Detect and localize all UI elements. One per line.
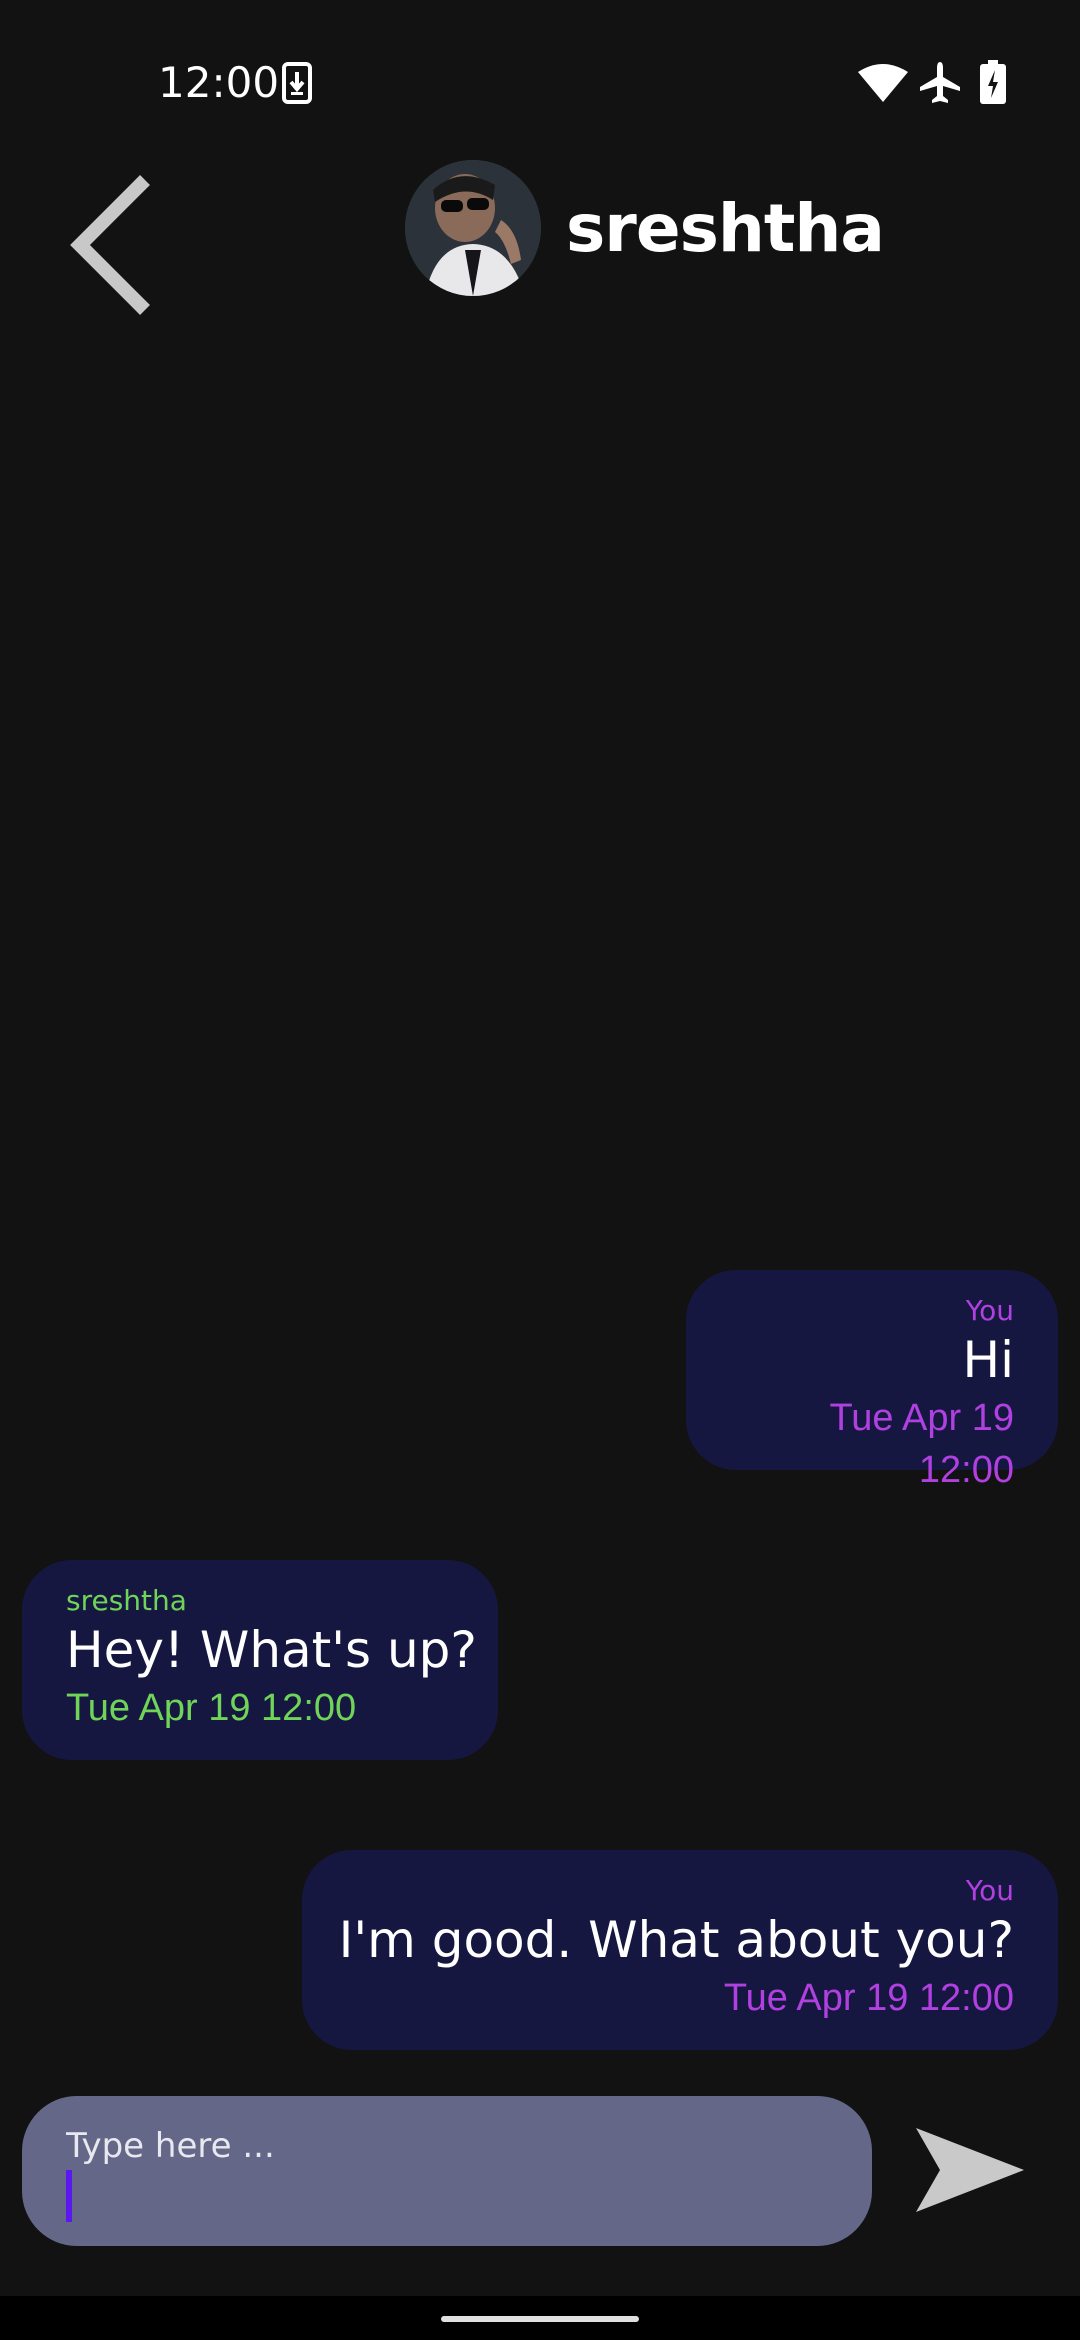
chat-header: sreshtha [0, 150, 1080, 315]
send-button[interactable] [910, 2120, 1030, 2220]
message-time: Tue Apr 19 12:00 [829, 1397, 1015, 1491]
send-icon [916, 2128, 1024, 2212]
home-indicator[interactable] [441, 2316, 639, 2322]
message-sender: sreshtha [66, 1584, 187, 1617]
back-button[interactable] [50, 170, 170, 320]
message-text: Hey! What's up? [66, 1621, 477, 1679]
battery-charging-icon [980, 60, 1006, 104]
chevron-left-icon [70, 175, 150, 315]
chat-screen: 12:00 sreshtha You Hi Tue Apr 19 12:00 s… [0, 0, 1080, 2340]
text-caret [66, 2170, 72, 2222]
message-input[interactable] [66, 2126, 828, 2166]
message-sender: You [965, 1294, 1014, 1327]
wifi-icon [858, 64, 908, 102]
download-icon [282, 62, 312, 104]
message-composer [22, 2096, 872, 2246]
avatar[interactable] [405, 160, 541, 296]
airplane-icon [920, 62, 960, 103]
message-text: I'm good. What about you? [338, 1911, 1014, 1969]
message-sender: You [965, 1874, 1014, 1907]
status-bar: 12:00 [0, 0, 1080, 140]
message-bubble-sent[interactable]: You Hi Tue Apr 19 12:00 [686, 1270, 1058, 1491]
message-time: Tue Apr 19 12:00 [723, 1977, 1014, 2019]
status-time: 12:00 [158, 58, 280, 107]
message-bubble-received[interactable]: sreshtha Hey! What's up? Tue Apr 19 12:0… [22, 1560, 498, 1760]
avatar-photo [405, 160, 541, 296]
contact-name: sreshtha [566, 190, 885, 267]
message-bubble-sent[interactable]: You I'm good. What about you? Tue Apr 19… [302, 1850, 1058, 2050]
system-nav-bar [0, 2296, 1080, 2340]
message-time: Tue Apr 19 12:00 [66, 1687, 357, 1729]
message-text: Hi [962, 1331, 1015, 1389]
